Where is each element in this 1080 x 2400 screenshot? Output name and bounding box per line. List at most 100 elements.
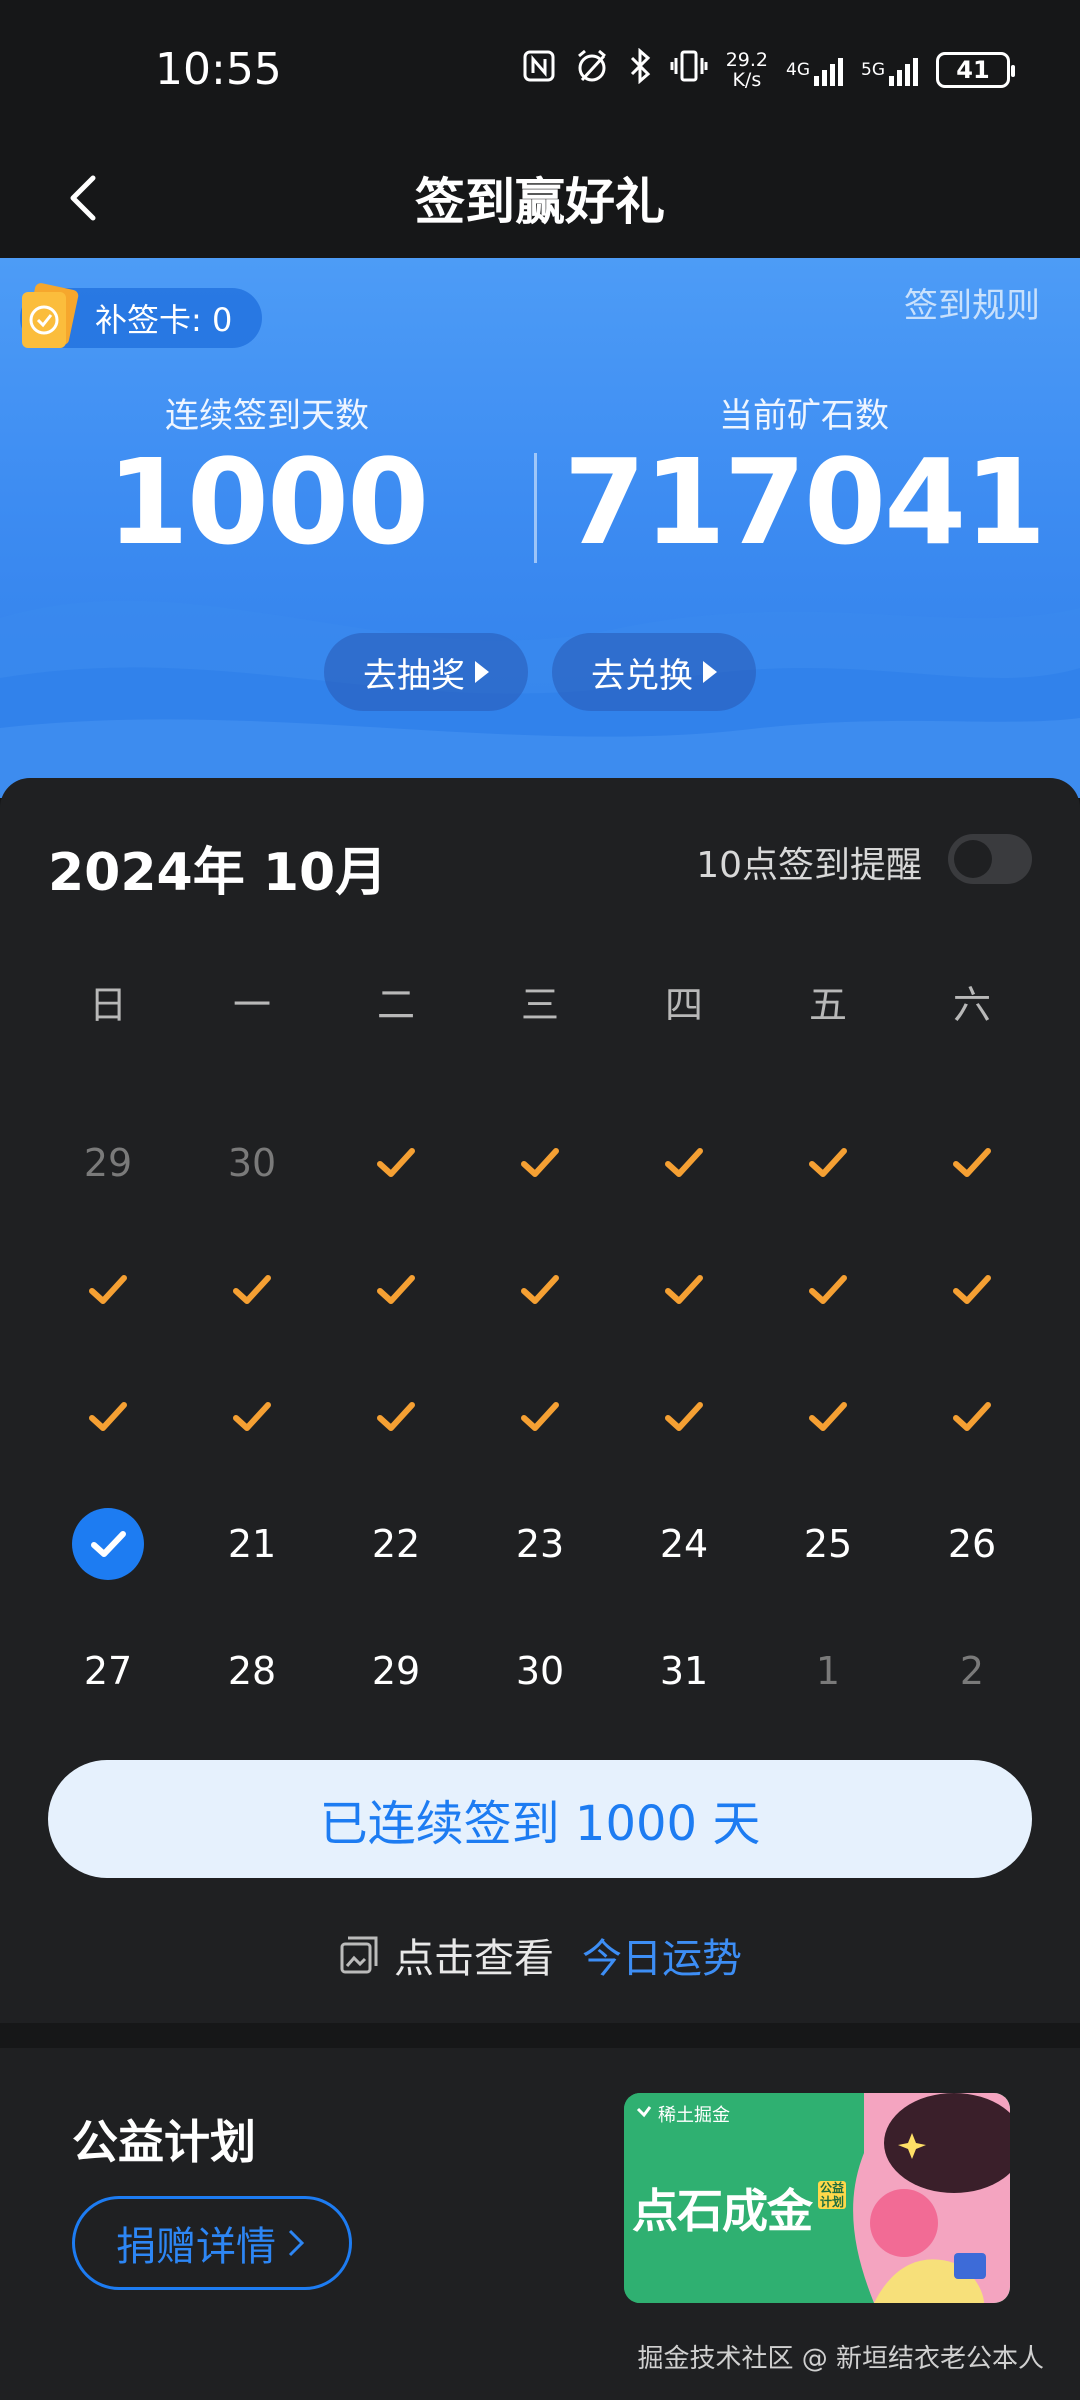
exchange-button-label: 去兑换	[591, 655, 693, 696]
chevron-right-icon	[288, 2229, 305, 2257]
day-checked[interactable]	[778, 1255, 878, 1325]
day[interactable]: 23	[490, 1509, 590, 1579]
day[interactable]: 29	[346, 1636, 446, 1706]
reminder-toggle[interactable]	[948, 834, 1032, 884]
lottery-button-label: 去抽奖	[363, 655, 465, 696]
reminder-label: 10点签到提醒	[696, 845, 922, 886]
play-arrow-icon	[475, 661, 489, 683]
nfc-icon	[522, 49, 556, 91]
day[interactable]: 31	[634, 1636, 734, 1706]
battery-indicator: 41	[936, 52, 1015, 88]
checkmark-icon	[953, 1275, 991, 1304]
day-checked[interactable]	[490, 1255, 590, 1325]
streak-value: 1000	[106, 433, 429, 571]
checkmark-icon	[809, 1148, 847, 1177]
exchange-button[interactable]: 去兑换	[552, 633, 756, 711]
fortune-row[interactable]: 点击查看 今日运势	[0, 1926, 1080, 1984]
month-title: 2024年 10月	[48, 843, 388, 903]
ore-label: 当前矿石数	[719, 396, 889, 436]
day-checked[interactable]	[778, 1128, 878, 1198]
signal-2-label: 5G	[861, 60, 885, 80]
day-checked[interactable]	[346, 1382, 446, 1452]
day-checked[interactable]	[490, 1382, 590, 1452]
watermark: 掘金技术社区 @ 新垣结衣老公本人	[637, 2344, 1044, 2374]
net-speed-value: 29.2	[725, 49, 768, 71]
signal-bars-icon	[889, 54, 918, 86]
day-other-month[interactable]: 30	[202, 1128, 302, 1198]
day-other-month[interactable]: 2	[922, 1636, 1022, 1706]
weekday-label: 日	[88, 983, 127, 1027]
signal-2: 5G	[861, 54, 918, 86]
day[interactable]: 24	[634, 1509, 734, 1579]
day-checked[interactable]	[922, 1128, 1022, 1198]
day-today-checked[interactable]	[58, 1508, 158, 1580]
nav-bar: 签到赢好礼	[0, 140, 1080, 260]
day-checked[interactable]	[778, 1382, 878, 1452]
donate-button-label: 捐赠详情	[116, 2224, 276, 2270]
checkmark-icon	[91, 1531, 126, 1557]
day[interactable]: 26	[922, 1509, 1022, 1579]
day-checked[interactable]	[490, 1128, 590, 1198]
day-checked[interactable]	[202, 1382, 302, 1452]
day-other-month[interactable]: 29	[58, 1128, 158, 1198]
day[interactable]: 21	[202, 1509, 302, 1579]
signin-rules-link[interactable]: 签到规则	[904, 278, 1040, 327]
streak-status-button[interactable]: 已连续签到 1000 天	[48, 1760, 1032, 1878]
bluetooth-icon	[628, 47, 652, 92]
signal-bars-icon	[814, 54, 843, 86]
day-checked[interactable]	[922, 1255, 1022, 1325]
day-checked[interactable]	[202, 1255, 302, 1325]
fortune-link[interactable]: 今日运势	[582, 1926, 742, 1984]
weekday-label: 六	[952, 983, 991, 1027]
weekday-label: 四	[664, 983, 703, 1027]
status-icons: 29.2 K/s 4G 5G 41	[522, 47, 1015, 92]
day-checked[interactable]	[346, 1128, 446, 1198]
signal-1: 4G	[786, 54, 843, 86]
checkmark-icon	[665, 1402, 703, 1431]
day-checked[interactable]	[58, 1382, 158, 1452]
day[interactable]: 27	[58, 1636, 158, 1706]
weekday-label: 三	[520, 983, 559, 1027]
lottery-button[interactable]: 去抽奖	[324, 633, 528, 711]
checkmark-icon	[665, 1148, 703, 1177]
back-arrow-icon	[70, 175, 96, 221]
makeup-card-label: 补签卡: 0	[95, 301, 233, 339]
day-other-month[interactable]: 1	[778, 1636, 878, 1706]
checkmark-icon	[377, 1275, 415, 1304]
charity-section: 公益计划 捐赠详情 稀土掘金 点石成金 公益计划 掘金技术社区 @ 新垣结衣老公…	[0, 2048, 1080, 2400]
checkmark-icon	[377, 1402, 415, 1431]
stat-divider	[534, 453, 537, 563]
banner-tag: 公益计划	[818, 2181, 846, 2209]
charity-banner[interactable]: 稀土掘金 点石成金 公益计划	[624, 2093, 1010, 2303]
net-speed-unit: K/s	[732, 69, 762, 91]
day-checked[interactable]	[634, 1128, 734, 1198]
checkmark-icon	[521, 1275, 559, 1304]
day-checked[interactable]	[346, 1255, 446, 1325]
net-speed: 29.2 K/s	[726, 50, 768, 90]
streak-label: 连续签到天数	[165, 396, 369, 436]
day[interactable]: 30	[490, 1636, 590, 1706]
day-checked[interactable]	[58, 1255, 158, 1325]
alarm-icon	[574, 48, 610, 92]
checkmark-icon	[809, 1402, 847, 1431]
checkmark-icon	[233, 1275, 271, 1304]
day[interactable]: 25	[778, 1509, 878, 1579]
makeup-card-badge[interactable]: 补签卡: 0	[20, 283, 263, 348]
day-checked[interactable]	[634, 1382, 734, 1452]
checkmark-icon	[89, 1402, 127, 1431]
back-button[interactable]	[55, 168, 115, 228]
day[interactable]: 22	[346, 1509, 446, 1579]
weekday-label: 五	[808, 983, 847, 1027]
checkmark-icon	[233, 1402, 271, 1431]
makeup-card-icon	[22, 283, 79, 348]
checkmark-icon	[953, 1148, 991, 1177]
checkmark-icon	[521, 1402, 559, 1431]
today-marker	[72, 1508, 144, 1580]
checkmark-icon	[809, 1275, 847, 1304]
day[interactable]: 28	[202, 1636, 302, 1706]
day-checked[interactable]	[634, 1255, 734, 1325]
day-checked[interactable]	[922, 1382, 1022, 1452]
status-time: 10:55	[155, 44, 282, 95]
donate-details-button[interactable]: 捐赠详情	[72, 2196, 352, 2290]
banner-title: 点石成金	[632, 2184, 813, 2238]
